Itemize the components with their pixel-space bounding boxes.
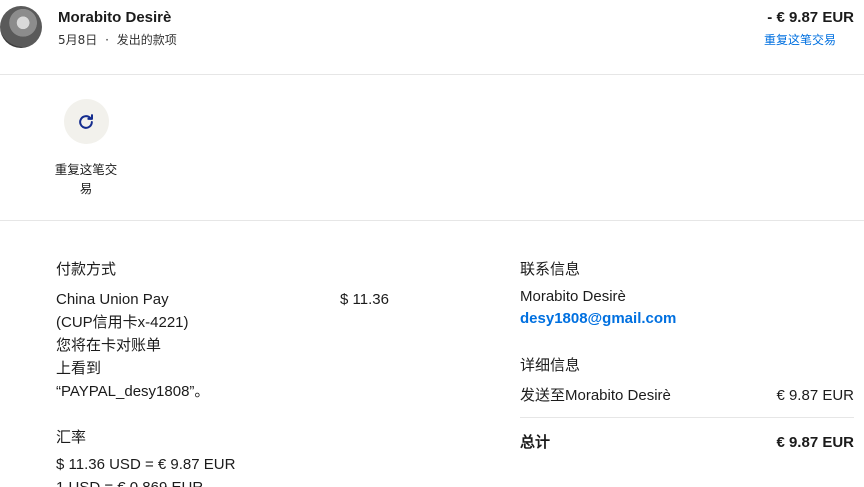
refresh-icon — [79, 113, 93, 129]
transaction-details-page: Morabito Desirè 5月8日 · 发出的款项 - € 9.87 EU… — [0, 0, 864, 487]
payment-method-line: China Union Pay — [56, 291, 169, 308]
exchange-rate-line: 1 USD = € 0.869 EUR — [56, 476, 203, 487]
recipient-name: Morabito Desirè — [58, 9, 172, 26]
repeat-transaction-button[interactable]: 重复这笔交易 — [50, 99, 122, 198]
exchange-rate-title: 汇率 — [56, 428, 87, 446]
contact-name: Morabito Desirè — [520, 288, 626, 305]
total-amount: € 9.87 EUR — [776, 434, 854, 451]
details-title: 详细信息 — [520, 356, 581, 374]
contact-info-title: 联系信息 — [520, 260, 581, 278]
payment-method-amount: $ 11.36 — [340, 291, 389, 308]
details-divider — [520, 417, 854, 418]
exchange-rate-line: $ 11.36 USD = € 9.87 EUR — [56, 456, 236, 473]
repeat-transaction-link[interactable]: 重复这笔交易 — [764, 31, 836, 48]
contact-email-link[interactable]: desy1808@gmail.com — [520, 310, 676, 327]
transaction-amount: - € 9.87 EUR — [767, 9, 854, 26]
sent-to-amount: € 9.87 EUR — [776, 387, 854, 404]
total-label: 总计 — [520, 434, 551, 451]
repeat-button-label: 重复这笔交易 — [54, 162, 118, 196]
payment-method-line: (CUP信用卡x-4221) — [56, 314, 189, 331]
sent-to-label: 发送至Morabito Desirè — [520, 387, 671, 404]
actions-section: 重复这笔交易 — [0, 75, 864, 221]
payment-method-title: 付款方式 — [56, 260, 117, 278]
separator-dot: · — [105, 33, 109, 47]
details-section: 付款方式 China Union Pay (CUP信用卡x-4221) 您将在卡… — [0, 221, 864, 487]
payment-method-line: 您将在卡对账单 — [56, 337, 162, 354]
transaction-date: 5月8日 — [58, 33, 98, 47]
repeat-button-circle[interactable] — [63, 99, 109, 144]
payment-method-line: 上看到 — [56, 360, 102, 377]
transaction-header: Morabito Desirè 5月8日 · 发出的款项 - € 9.87 EU… — [0, 0, 864, 75]
avatar — [0, 6, 42, 48]
transaction-type: 发出的款项 — [116, 33, 177, 47]
payment-method-line: “PAYPAL_desy1808”。 — [56, 383, 210, 400]
transaction-subline: 5月8日 · 发出的款项 — [58, 31, 177, 48]
